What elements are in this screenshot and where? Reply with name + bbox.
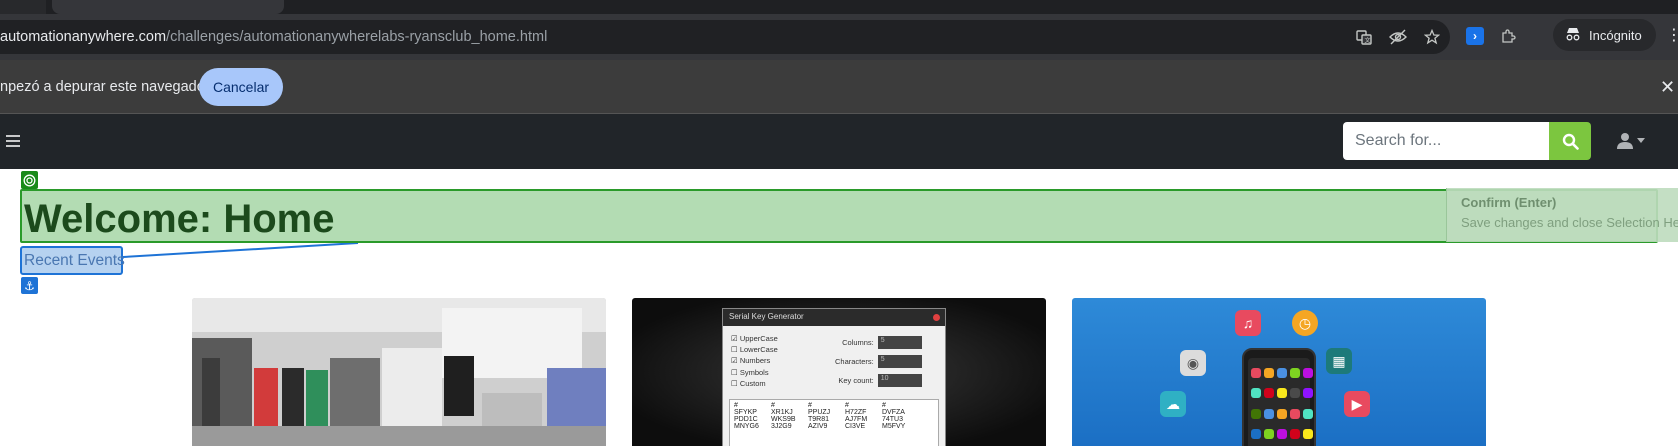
image-icon: ▦ bbox=[1326, 348, 1352, 374]
serial-key-fields: Columns: 5 Characters: 5 Key count: 10 bbox=[835, 333, 922, 390]
serial-key-options: ☑ UpperCase ☐ LowerCase ☑ Numbers ☐ Symb… bbox=[731, 333, 778, 389]
recent-events-label: Recent Events bbox=[24, 252, 125, 269]
selected-heading-highlight[interactable]: Welcome: Home bbox=[20, 189, 1658, 243]
serial-key-window: Serial Key Generator ☑ UpperCase ☐ Lower… bbox=[722, 308, 946, 446]
confirm-tooltip[interactable]: Confirm (Enter) Save changes and close S… bbox=[1446, 188, 1678, 242]
clock-icon: ◷ bbox=[1292, 310, 1318, 336]
serial-key-title: Serial Key Generator bbox=[729, 312, 804, 321]
clothing-store-image bbox=[192, 298, 606, 446]
confirm-subtitle: Save changes and close Selection Helper. bbox=[1461, 215, 1678, 230]
serial-key-table: # # # # # SFYKP XR1KJ PPUZJ H72ZF DVFZA PDD1C WKS… bbox=[729, 399, 939, 446]
target-icon[interactable] bbox=[21, 171, 38, 189]
music-icon: ♫ bbox=[1235, 310, 1261, 336]
event-card-smartphone-apps[interactable]: ♫ ◷ ◉ ▦ ☁ ▶ bbox=[1072, 298, 1486, 446]
anchor-element-highlight[interactable]: Recent Events bbox=[20, 246, 125, 275]
confirm-title: Confirm (Enter) bbox=[1461, 195, 1557, 210]
event-card-clothing-store[interactable] bbox=[192, 298, 606, 446]
option-lowercase: ☐ LowerCase bbox=[731, 345, 778, 355]
video-icon: ▶ bbox=[1344, 391, 1370, 417]
option-symbols: ☐ Symbols bbox=[731, 367, 769, 377]
camera-icon: ◉ bbox=[1180, 350, 1206, 376]
option-numbers: ☑ Numbers bbox=[731, 356, 771, 366]
weather-icon: ☁ bbox=[1160, 391, 1186, 417]
window-close-dot bbox=[933, 314, 940, 321]
page-title: Welcome: Home bbox=[24, 197, 335, 241]
option-uppercase: ☑ UpperCase bbox=[731, 334, 778, 343]
event-card-serial-key-generator[interactable]: Serial Key Generator ☑ UpperCase ☐ Lower… bbox=[632, 298, 1046, 446]
anchor-icon[interactable]: ⚓ bbox=[21, 277, 38, 294]
option-custom: ☐ Custom bbox=[731, 378, 766, 388]
smartphone-image bbox=[1242, 348, 1316, 446]
